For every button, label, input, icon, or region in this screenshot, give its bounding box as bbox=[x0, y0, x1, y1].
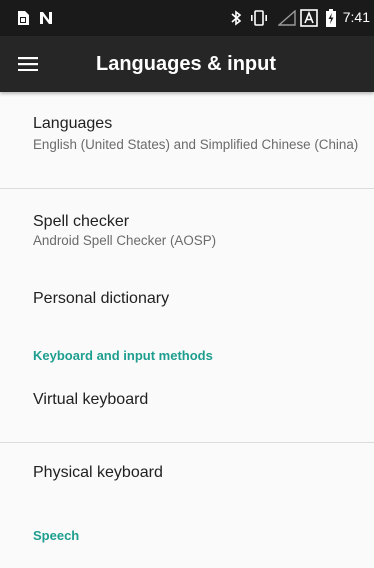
item-title: Languages bbox=[33, 115, 113, 132]
signal-icon bbox=[278, 9, 296, 27]
item-summary: English (United States) and Simplified C… bbox=[33, 137, 359, 152]
a-box-icon bbox=[300, 9, 318, 27]
status-bar: 7:41 bbox=[0, 0, 374, 36]
battery-charging-icon bbox=[326, 9, 336, 27]
item-title: Spell checker bbox=[33, 213, 130, 230]
page-title: Languages & input bbox=[96, 53, 276, 75]
vibrate-icon bbox=[249, 9, 269, 27]
status-time: 7:41 bbox=[342, 9, 370, 25]
hamburger-menu-icon[interactable] bbox=[8, 44, 48, 84]
item-title: Virtual keyboard bbox=[33, 391, 149, 408]
item-title: Physical keyboard bbox=[33, 464, 163, 481]
personal-dictionary-item[interactable]: Personal dictionary bbox=[0, 266, 374, 328]
n-icon bbox=[38, 9, 54, 27]
sim-card-icon bbox=[16, 9, 30, 27]
spell-checker-item[interactable]: Spell checker Android Spell Checker (AOS… bbox=[0, 189, 374, 266]
section-header-keyboard: Keyboard and input methods bbox=[33, 348, 213, 363]
item-summary: Android Spell Checker (AOSP) bbox=[33, 233, 217, 248]
physical-keyboard-item[interactable]: Physical keyboard bbox=[0, 443, 374, 503]
virtual-keyboard-item[interactable]: Virtual keyboard bbox=[0, 370, 374, 432]
bluetooth-icon bbox=[230, 9, 242, 27]
section-header-speech: Speech bbox=[33, 528, 80, 543]
languages-item[interactable]: Languages English (United States) and Si… bbox=[0, 92, 374, 188]
app-bar: Languages & input bbox=[0, 36, 374, 92]
item-title: Personal dictionary bbox=[33, 290, 170, 307]
